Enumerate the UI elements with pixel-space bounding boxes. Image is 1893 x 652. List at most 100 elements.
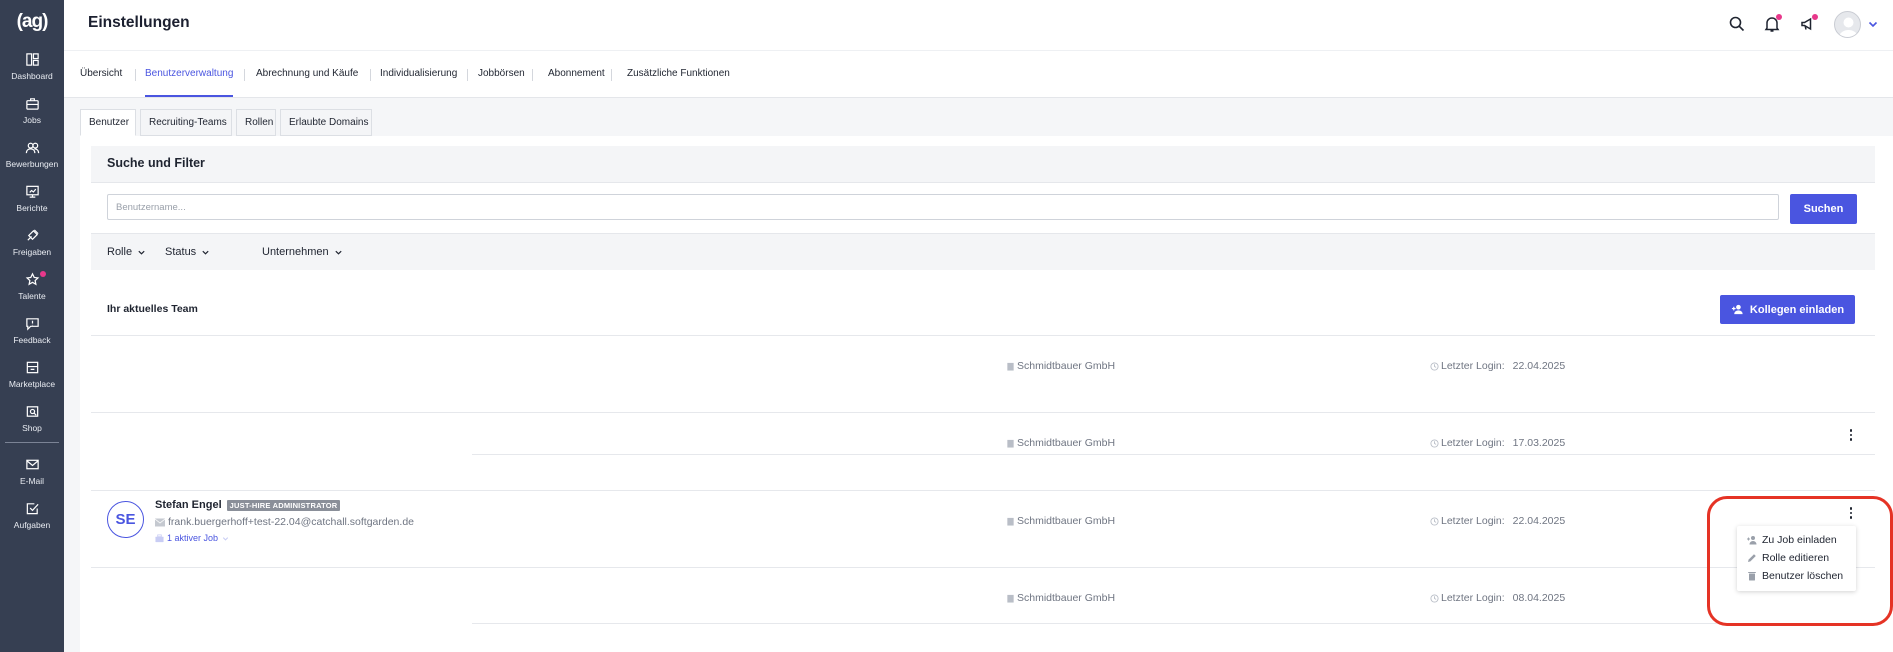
sidebar-item-aufgaben[interactable]: Aufgaben — [0, 499, 64, 539]
subtab-erlaubte-domains[interactable]: Erlaubte Domains — [280, 109, 372, 136]
dropdown-label: Unternehmen — [262, 246, 329, 258]
menu-item-delete-user[interactable]: Benutzer löschen — [1747, 568, 1843, 584]
sidebar-item-label: Shop — [22, 423, 42, 433]
row-divider — [472, 623, 1875, 624]
search-icon[interactable] — [1728, 15, 1746, 33]
clock-icon — [1430, 438, 1439, 448]
active-jobs-label: 1 aktiver Job — [167, 533, 219, 543]
search-filter-box: Suche und Filter Suchen Rolle Status Unt… — [91, 146, 1875, 270]
sidebar-item-label: Berichte — [16, 203, 48, 213]
dropdown-label: Rolle — [107, 246, 133, 258]
filter-dropdown-status[interactable]: Status — [165, 246, 210, 258]
invite-person-icon — [1747, 536, 1757, 545]
last-login-cell: Letzter Login: 22.04.2025 — [1430, 360, 1565, 372]
company-name: Schmidtbauer GmbH — [1017, 437, 1116, 449]
tab-divider — [611, 69, 612, 81]
search-input[interactable] — [107, 194, 1779, 220]
menu-item-invite-to-job[interactable]: Zu Job einladen — [1747, 532, 1837, 548]
menu-item-edit-role[interactable]: Rolle editieren — [1747, 550, 1829, 566]
tab-divider — [244, 69, 245, 81]
subtab-rollen[interactable]: Rollen — [236, 109, 276, 136]
sidebar-item-talente[interactable]: Talente — [0, 270, 64, 310]
last-login-date: 22.04.2025 — [1512, 515, 1566, 527]
company-cell: Schmidtbauer GmbH — [1006, 515, 1115, 527]
company-name: Schmidtbauer GmbH — [1017, 515, 1116, 527]
dropdown-label: Status — [165, 246, 197, 258]
more-options-icon[interactable] — [1846, 428, 1856, 442]
invite-button-label: Kollegen einladen — [1749, 303, 1845, 316]
sidebar-item-dashboard[interactable]: Dashboard — [0, 50, 64, 90]
last-login-label: Letzter Login: — [1441, 360, 1505, 372]
subtab-recruiting-teams[interactable]: Recruiting-Teams — [140, 109, 232, 136]
invite-colleagues-button[interactable]: Kollegen einladen — [1720, 295, 1855, 324]
role-badge: JUST-HIRE ADMINISTRATOR — [226, 499, 341, 511]
active-jobs-toggle[interactable]: 1 aktiver Job — [155, 533, 230, 543]
user-email-line: frank.buergerhoff+test-22.04@catchall.so… — [155, 516, 414, 528]
chevron-down-icon — [222, 536, 229, 541]
app-logo[interactable]: (ag) — [0, 8, 64, 36]
sidebar-item-label: Talente — [18, 291, 46, 301]
approval-icon — [26, 229, 39, 241]
more-options-icon[interactable] — [1846, 506, 1856, 520]
sidebar-item-shop[interactable]: Shop — [0, 402, 64, 442]
company-cell: Schmidtbauer GmbH — [1006, 360, 1115, 372]
main-tabs: Übersicht Benutzerverwaltung Abrechnung … — [64, 50, 1893, 98]
sidebar-divider — [5, 442, 59, 443]
tab-jobboersen[interactable]: Jobbörsen — [478, 51, 525, 97]
announcement-icon[interactable] — [1799, 14, 1818, 33]
shop-icon — [26, 406, 38, 417]
store-icon — [26, 361, 38, 374]
tab-divider — [532, 69, 533, 81]
search-button[interactable]: Suchen — [1790, 194, 1857, 224]
company-cell: Schmidtbauer GmbH — [1006, 437, 1115, 449]
menu-item-label: Rolle editieren — [1762, 552, 1830, 564]
sidebar-item-email[interactable]: E-Mail — [0, 455, 64, 495]
star-icon — [25, 272, 39, 286]
filter-dropdown-unternehmen[interactable]: Unternehmen — [262, 246, 343, 258]
sidebar: (ag) Dashboard Jobs Bewerbungen Berichte… — [0, 0, 64, 652]
sidebar-item-feedback[interactable]: Feedback — [0, 314, 64, 354]
user-email: frank.buergerhoff+test-22.04@catchall.so… — [168, 516, 414, 528]
notification-bell-icon[interactable] — [1763, 14, 1782, 33]
sidebar-item-label: Bewerbungen — [5, 159, 59, 169]
tab-divider — [370, 69, 371, 81]
row-divider — [91, 335, 1875, 336]
report-icon — [25, 185, 39, 198]
filter-dropdown-rolle[interactable]: Rolle — [107, 246, 146, 258]
clock-icon — [1430, 516, 1439, 526]
sidebar-item-label: Dashboard — [11, 71, 53, 81]
sidebar-item-bewerbungen[interactable]: Bewerbungen — [0, 138, 64, 178]
sidebar-item-jobs[interactable]: Jobs — [0, 94, 64, 134]
sidebar-item-marketplace[interactable]: Marketplace — [0, 358, 64, 398]
last-login-date: 08.04.2025 — [1512, 592, 1566, 604]
tab-benutzerverwaltung[interactable]: Benutzerverwaltung — [145, 51, 234, 97]
last-login-label: Letzter Login: — [1441, 515, 1505, 527]
sidebar-item-freigaben[interactable]: Freigaben — [0, 226, 64, 266]
tab-abrechnung[interactable]: Abrechnung und Käufe — [256, 51, 358, 97]
user-avatar[interactable] — [1834, 11, 1861, 38]
chevron-down-icon — [202, 250, 209, 255]
tab-abonnement[interactable]: Abonnement — [548, 51, 605, 97]
sidebar-item-label: Marketplace — [8, 379, 56, 389]
clock-icon — [1430, 593, 1439, 603]
sidebar-item-berichte[interactable]: Berichte — [0, 182, 64, 222]
tab-uebersicht[interactable]: Übersicht — [80, 51, 122, 97]
menu-item-label: Benutzer löschen — [1762, 570, 1844, 582]
feedback-icon — [25, 318, 39, 331]
clock-icon — [1430, 361, 1439, 371]
chevron-down-icon — [138, 250, 145, 255]
sidebar-item-label: Aufgaben — [13, 520, 51, 530]
company-name: Schmidtbauer GmbH — [1017, 592, 1116, 604]
subtab-benutzer[interactable]: Benutzer — [80, 109, 136, 136]
chevron-down-icon[interactable] — [1867, 18, 1879, 30]
tab-zusaetzliche-funktionen[interactable]: Zusätzliche Funktionen — [627, 51, 730, 97]
last-login-cell: Letzter Login: 22.04.2025 — [1430, 515, 1565, 527]
sidebar-item-label: Jobs — [23, 115, 41, 125]
menu-item-label: Zu Job einladen — [1762, 534, 1837, 546]
user-name-line: Stefan Engel JUST-HIRE ADMINISTRATOR — [155, 499, 341, 511]
company-cell: Schmidtbauer GmbH — [1006, 592, 1115, 604]
row-divider — [91, 567, 1875, 568]
tab-individualisierung[interactable]: Individualisierung — [380, 51, 457, 97]
last-login-date: 17.03.2025 — [1512, 437, 1566, 449]
mail-icon — [25, 459, 39, 470]
